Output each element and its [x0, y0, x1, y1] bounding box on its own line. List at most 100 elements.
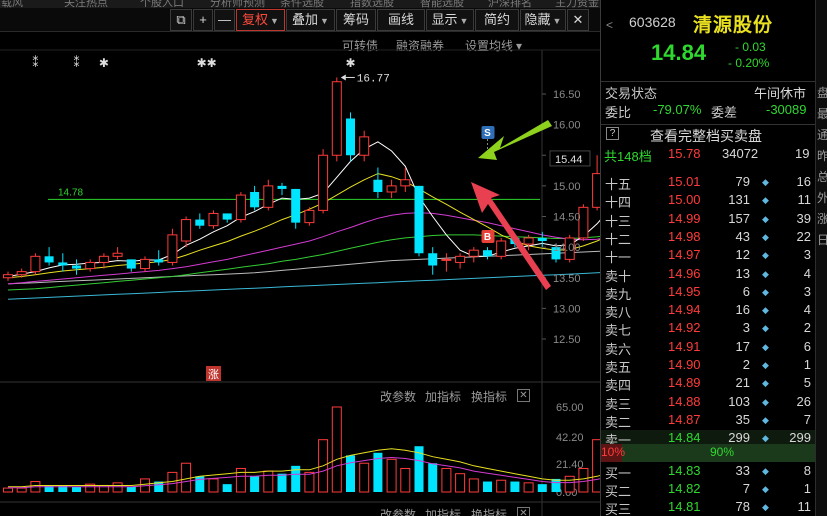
candle — [386, 185, 397, 193]
full-book-row[interactable]: ? 查看完整档买卖盘 — [601, 124, 815, 144]
ask-volume: 13 — [735, 265, 750, 281]
weicha-value: -30089 — [766, 102, 807, 117]
bid-row[interactable]: 买二 14.82 7 ◆ 1 — [601, 481, 815, 499]
hide-button[interactable]: 隐藏 ▼ — [520, 9, 566, 31]
menubar-item[interactable]: 主力资金 — [555, 0, 599, 8]
ask-level-label: 卖三 — [605, 396, 632, 412]
candles — [3, 77, 600, 281]
zoom-in-button[interactable]: + — [193, 9, 213, 31]
candle — [222, 213, 232, 220]
ask-volume: 21 — [735, 375, 750, 391]
volume-bar — [346, 455, 355, 492]
kline-chart[interactable]: 14.78 16.5016.0015.5015.0014.5014.0013.5… — [0, 32, 600, 516]
ask-row[interactable]: 十五 15.01 79 ◆ 16 — [601, 174, 815, 192]
ask-row[interactable]: 卖九 14.95 6 ◆ 3 — [601, 284, 815, 302]
diamond-icon: ◆ — [762, 250, 769, 261]
ask-row[interactable]: 卖八 14.94 16 ◆ 4 — [601, 302, 815, 320]
menubar-item[interactable]: 智能选股 — [420, 0, 464, 8]
ask-volume: 43 — [735, 228, 750, 244]
display-button[interactable]: 显示 ▼ — [426, 9, 474, 31]
menubar-item[interactable]: 分析师预测 — [210, 0, 265, 8]
ask-row[interactable]: 卖七 14.92 3 ◆ 2 — [601, 320, 815, 338]
ma60-line — [7, 250, 600, 285]
overlay-button[interactable]: 叠加 ▼ — [286, 9, 335, 31]
bid-level-label: 买一 — [605, 466, 632, 481]
candle — [167, 234, 178, 263]
total-vol: 34072 — [722, 146, 759, 161]
candle — [98, 255, 109, 263]
menubar-item[interactable]: 个股入口 — [140, 0, 184, 8]
volume-bar — [578, 467, 589, 493]
ask-row[interactable]: 十四 15.00 131 ◆ 11 — [601, 192, 815, 210]
sidebar-label: 总 — [817, 170, 827, 184]
volume-bar — [195, 476, 205, 492]
signal-mark: ⁑ — [74, 55, 80, 70]
sidebar-label: 日 — [817, 233, 827, 247]
volume-bar — [208, 478, 219, 493]
total-label: 共148档 — [604, 149, 652, 164]
bid-volume: 33 — [735, 463, 750, 478]
bid-row[interactable]: 买三 14.81 78 ◆ 11 — [601, 499, 815, 516]
diamond-icon: ◆ — [762, 286, 769, 297]
ask-row[interactable]: 十一 14.97 12 ◆ 3 — [601, 247, 815, 265]
candle — [373, 179, 383, 192]
ask-row[interactable]: 卖二 14.87 35 ◆ 7 — [601, 412, 815, 430]
volume-bar — [496, 479, 507, 493]
restore-rights-button[interactable]: 复权 ▼ — [236, 9, 285, 31]
price-change: - 0.03 — [735, 40, 766, 54]
volume-ma-line — [8, 448, 600, 488]
ask-row[interactable]: 卖四 14.89 21 ◆ 5 — [601, 375, 815, 393]
candle — [441, 258, 452, 261]
ask-count: 4 — [803, 302, 811, 318]
menubar-item[interactable]: 加载风 — [0, 0, 23, 8]
bid-price: 14.83 — [668, 463, 701, 478]
menubar-item[interactable]: 指数选股 — [350, 0, 394, 8]
full-book-link[interactable]: 查看完整档买卖盘 — [650, 126, 762, 146]
bid-row[interactable]: 买一 14.83 33 ◆ 8 — [601, 463, 815, 481]
close-icon[interactable]: ✕ — [567, 9, 589, 31]
candle — [304, 209, 315, 224]
help-icon[interactable]: ? — [606, 127, 619, 140]
sidebar-strip[interactable]: 盘最通昨总外涨日 — [815, 0, 827, 516]
candle — [537, 237, 547, 241]
ask-row[interactable]: 卖五 14.90 2 ◆ 1 — [601, 357, 815, 375]
ask-level-label: 卖五 — [605, 360, 632, 375]
volume-bar — [551, 478, 561, 492]
ask-price: 14.96 — [668, 265, 701, 281]
ask-level-label: 卖六 — [605, 341, 632, 357]
ask-price: 14.87 — [668, 411, 701, 427]
chip-button[interactable]: 筹码 — [336, 9, 376, 31]
menubar-item[interactable]: 关注热点 — [64, 0, 108, 8]
diamond-icon: ◆ — [762, 305, 769, 316]
volume-bar — [441, 467, 452, 493]
ask-row[interactable]: 卖十 14.96 13 ◆ 4 — [601, 266, 815, 284]
chevron-down-icon: ▼ — [459, 16, 469, 26]
simple-button[interactable]: 简约 — [475, 9, 519, 31]
ask-volume: 16 — [735, 302, 750, 318]
hide-label: 隐藏 — [524, 12, 551, 27]
volume-bar — [537, 484, 547, 492]
ask-level-label: 卖九 — [605, 286, 632, 302]
candle — [359, 136, 370, 156]
window-icon[interactable]: ⧉ — [170, 9, 192, 31]
hline-label: 14.78 — [58, 187, 83, 198]
price-tick: 16.50 — [553, 89, 581, 101]
ma10-line — [7, 173, 600, 279]
ask-price: 14.95 — [668, 283, 701, 299]
price-tick: 14.00 — [553, 242, 581, 254]
ask-row[interactable]: 十三 14.99 157 ◆ 39 — [601, 211, 815, 229]
zoom-out-button[interactable]: — — [214, 9, 235, 31]
trade-status-row: 交易状态 午间休市 — [601, 81, 815, 101]
draw-line-button[interactable]: 画线 — [377, 9, 425, 31]
ask-row[interactable]: 十二 14.98 43 ◆ 22 — [601, 229, 815, 247]
ask-row[interactable]: 卖六 14.91 17 ◆ 6 — [601, 339, 815, 357]
candle — [58, 262, 68, 266]
ask-price: 14.90 — [668, 357, 701, 372]
menubar-item[interactable]: 沪深排名 — [488, 0, 532, 8]
diamond-icon: ◆ — [762, 213, 769, 224]
menubar: 加载风 关注热点 个股入口 分析师预测 条件选股 指数选股 智能选股 沪深排名 主力资金 — [0, 0, 600, 8]
prev-stock-icon[interactable]: < — [606, 18, 613, 32]
menubar-item[interactable]: 条件选股 — [280, 0, 324, 8]
ask-row[interactable]: 卖三 14.88 103 ◆ 26 — [601, 394, 815, 412]
volume-bar — [564, 475, 575, 493]
